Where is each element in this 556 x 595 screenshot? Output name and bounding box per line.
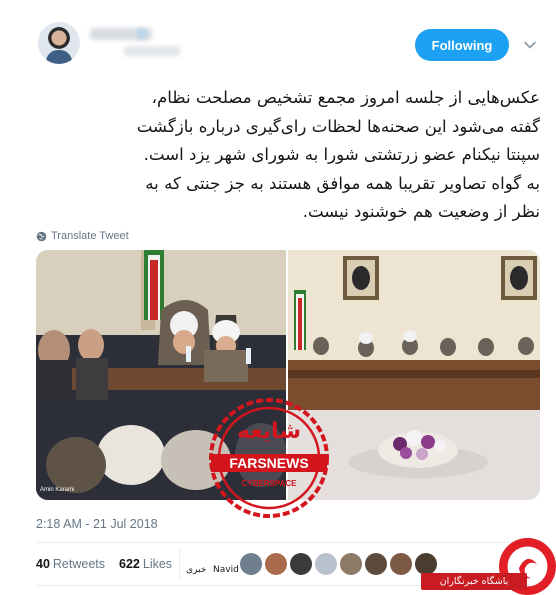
globe-icon: [36, 231, 47, 241]
following-button[interactable]: Following: [415, 29, 509, 61]
blurred-username[interactable]: [124, 46, 180, 56]
liker-avatar[interactable]: [240, 553, 262, 575]
liker-avatar[interactable]: [265, 553, 287, 575]
liker-avatar[interactable]: [315, 553, 337, 575]
tweet-timestamp[interactable]: 2:18 AM - 21 Jul 2018: [36, 517, 158, 531]
likes-label: Likes: [142, 557, 173, 571]
user-avatar[interactable]: [38, 22, 80, 64]
retweets-stat[interactable]: 40 Retweets: [36, 557, 105, 571]
tweet-text-line: سپنتا نیکنام عضو زرتشتی شورا به شورای شه…: [143, 145, 540, 164]
photo-credit: Amin Karami: [40, 487, 75, 493]
liker-avatar[interactable]: [340, 553, 362, 575]
liker-avatar[interactable]: [365, 553, 387, 575]
liker-name: خبری: [186, 565, 207, 575]
watermark-label: باشگاه خبرنگاران: [421, 573, 527, 590]
liker-avatars: خبری Navid: [186, 553, 437, 579]
retweets-count: 40: [36, 557, 50, 571]
retweets-label: Retweets: [52, 557, 106, 571]
likes-stat[interactable]: 622 Likes: [119, 557, 172, 571]
blurred-verified-badge: [136, 28, 148, 40]
divider: [36, 542, 540, 543]
translate-label: Translate Tweet: [51, 230, 129, 242]
liker-avatar[interactable]: [415, 553, 437, 575]
stamp-sub: CYBERSPACE: [242, 479, 298, 488]
translate-tweet-link[interactable]: Translate Tweet: [36, 229, 129, 243]
likes-count: 622: [119, 557, 140, 571]
liker-avatar[interactable]: خبری: [186, 553, 210, 575]
stamp-title: شایعه: [237, 419, 301, 444]
liker-avatar[interactable]: Navid: [213, 553, 239, 575]
tweet-text-line: عکس‌هایی از جلسه امروز مجمع تشخیص مصلحت …: [151, 88, 540, 107]
stats-separator: [179, 549, 180, 579]
chevron-down-icon[interactable]: [522, 37, 538, 53]
tweet-text-line: نظر از وضعیت هم خوشنود نیست.: [302, 202, 540, 221]
tweet-stats: 40 Retweets 622 Likes: [36, 557, 172, 571]
tweet-text-line: گفته می‌شود این صحنه‌ها لحظات رای‌گیری د…: [136, 116, 540, 136]
liker-name: Navid: [213, 565, 239, 575]
liker-avatar[interactable]: [390, 553, 412, 575]
tweet-header: Following: [0, 0, 556, 78]
tweet-text-line: به گواه تصاویر تقریبا همه موافق هستند به…: [145, 173, 540, 193]
stamp-brand: FARSNEWS: [229, 455, 308, 471]
liker-avatar[interactable]: [290, 553, 312, 575]
rumor-stamp: شایعه FARSNEWS CYBERSPACE: [209, 398, 329, 518]
tweet-text: عکس‌هایی از جلسه امروز مجمع تشخیص مصلحت …: [36, 84, 540, 227]
